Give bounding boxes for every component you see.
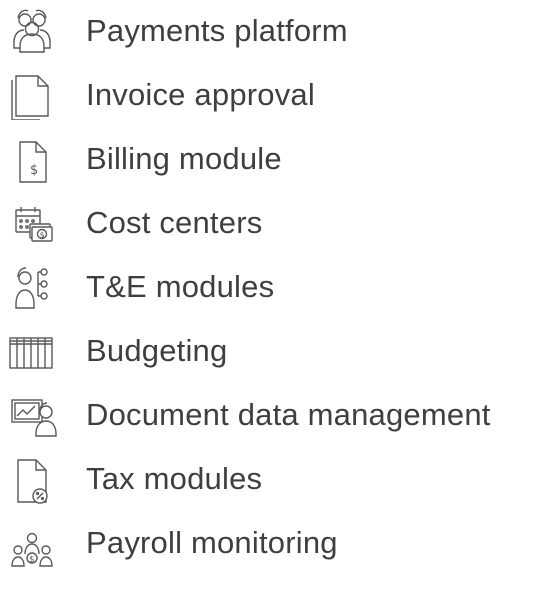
chart-person-icon [6,392,58,440]
spreadsheet-grid-icon [6,328,58,376]
item-label: Invoice approval [86,77,315,112]
item-label: Payments platform [86,13,348,48]
team-money-icon: $ [6,520,58,568]
svg-text:$: $ [30,163,38,178]
list-item: $ Payroll monitoring [0,512,533,572]
documents-icon [6,72,58,120]
item-label: Billing module [86,141,282,176]
item-label: Tax modules [86,461,263,496]
list-item: Invoice approval [0,64,533,124]
list-item: $ Billing module [0,128,533,188]
list-item: Payments platform [0,0,533,60]
item-label: Payroll monitoring [86,525,338,560]
list-item: Tax modules [0,448,533,508]
item-label: Cost centers [86,205,263,240]
item-label: Budgeting [86,333,228,368]
item-label: Document data management [86,397,491,432]
list-item: T&E modules [0,256,533,316]
svg-text:$: $ [29,555,35,565]
person-network-icon [6,264,58,312]
list-item: $ Cost centers [0,192,533,252]
list-item: Budgeting [0,320,533,380]
list-item: Document data management [0,384,533,444]
svg-text:$: $ [40,231,45,240]
document-percent-icon [6,456,58,504]
item-label: T&E modules [86,269,275,304]
calendar-money-icon: $ [6,200,58,248]
feature-list: Payments platform Invoice approval $ Bil… [0,0,533,603]
dollar-document-icon: $ [6,136,58,184]
people-group-icon [6,8,58,56]
